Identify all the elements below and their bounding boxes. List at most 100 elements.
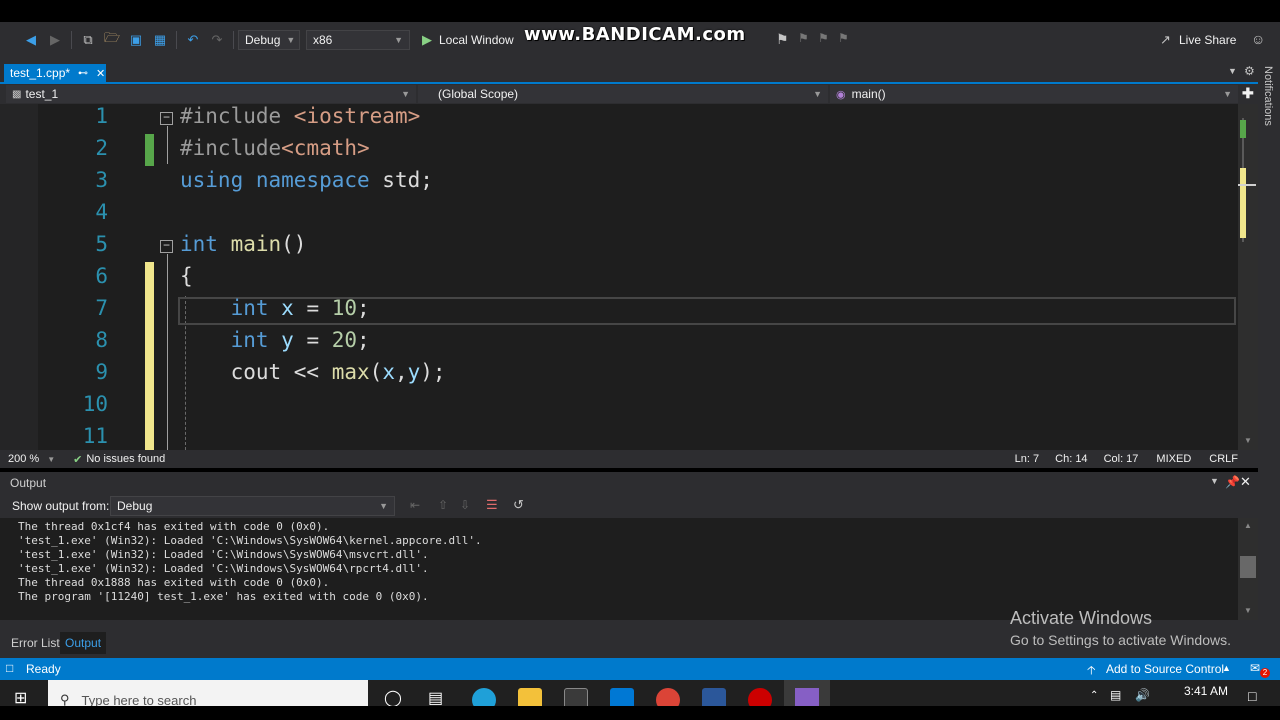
member-value: main() [851,87,886,101]
code-token: max [331,360,370,384]
code-token: () [281,232,307,256]
editor-scrollbar[interactable]: ▼ [1238,104,1258,450]
tab-list-chevron-icon[interactable]: ▼ [1228,66,1237,76]
code-token: ( [369,360,383,384]
code-line[interactable]: int main() [180,232,306,256]
undo-icon[interactable]: ↶ [184,31,202,49]
add-to-source-control-button[interactable]: Add to Source Control [1106,662,1224,676]
output-scrollbar[interactable]: ▲ ▼ [1238,518,1258,620]
feedback-icon[interactable]: ☺ [1251,31,1265,47]
volume-icon[interactable]: 🔊 [1135,688,1150,702]
clear-bookmarks-icon[interactable]: ⚑ [838,31,849,45]
play-icon[interactable]: ▶ [418,31,436,49]
notification-badge: 2 [1260,668,1270,678]
code-line[interactable]: #include <iostream> [180,104,420,128]
scroll-up-icon[interactable]: ▲ [1244,521,1252,530]
line-number: 5 [95,232,108,256]
tab-output[interactable]: Output [60,632,107,654]
code-line[interactable]: { [180,264,193,288]
notification-bell-icon[interactable]: ✉ [1250,661,1260,675]
check-circle-icon: ✔ [73,453,83,466]
chevron-down-icon[interactable]: ▼ [47,455,55,464]
pin-icon[interactable]: 📌 [1225,475,1240,489]
code-line[interactable]: cout << max(x,y); [180,360,446,384]
chevron-down-icon[interactable]: ▼ [1210,476,1219,486]
task-view-icon[interactable]: ▤ [428,688,443,708]
windows-start-icon[interactable]: ⊞ [14,688,27,708]
line-ending-indicator[interactable]: CRLF [1209,453,1238,465]
code-token: 10 [331,296,358,320]
platform-select[interactable]: x86 ▼ [306,30,410,50]
tab-test-1-cpp[interactable]: test_1.cpp* ⊷ ✕ [4,64,106,82]
output-source-select[interactable]: Debug ▼ [110,496,395,516]
chevron-down-icon: ▼ [394,35,403,45]
code-line[interactable]: #include<cmath> [180,136,370,160]
action-center-icon[interactable]: □ [1248,688,1256,704]
scroll-down-icon[interactable]: ▼ [1244,606,1252,615]
live-share-button[interactable]: Live Share [1179,33,1236,47]
zoom-level[interactable]: 200 % [8,453,39,465]
prev-bookmark-icon[interactable]: ⚑ [798,31,809,45]
run-debugger-button[interactable]: Local Window [439,33,514,47]
close-icon[interactable]: ✕ [96,67,105,80]
clock-time[interactable]: 3:41 AM [1184,684,1228,698]
tab-error-list[interactable]: Error List [11,636,60,650]
cortana-icon[interactable]: ◯ [384,688,402,708]
code-token: int [180,328,282,352]
project-select[interactable]: ▩ test_1 ▼ [6,85,416,103]
code-token: ); [420,360,446,384]
chevron-down-icon: ▼ [401,89,410,99]
live-share-icon: ↗ [1160,32,1171,47]
output-line: 'test_1.exe' (Win32): Loaded 'C:\Windows… [18,534,482,547]
member-select[interactable]: ◉ main() ▼ [830,85,1238,103]
find-message-icon[interactable]: ⇤ [410,498,420,512]
line-number: 9 [95,360,108,384]
network-icon[interactable]: ▤ [1110,688,1121,702]
redo-icon[interactable]: ↷ [208,31,226,49]
scope-select[interactable]: (Global Scope) ▼ [418,85,828,103]
solution-config-value: Debug [245,33,281,47]
code-token: y [407,360,421,384]
tab-label: test_1.cpp* [10,66,71,80]
code-line[interactable]: int y = 20; [180,328,370,352]
line-number: 10 [82,392,108,416]
notifications-tab[interactable]: Notifications [1262,66,1274,126]
save-all-icon[interactable]: ▦ [151,31,169,49]
code-token: x [281,296,294,320]
chevron-down-icon: ▼ [286,35,296,45]
code-token: int [180,232,231,256]
pin-icon[interactable]: ⊷ [78,68,88,79]
code-token: { [180,264,193,288]
scope-value: (Global Scope) [438,87,519,101]
save-icon[interactable]: ▣ [127,31,145,49]
bookmark-icon[interactable]: ⚑ [776,31,789,48]
code-token: = [293,296,332,320]
scrollbar-thumb[interactable] [1240,556,1256,578]
status-bar: □ Ready 🡡 Add to Source Control ▲ ✉ 2 [0,658,1280,680]
back-icon[interactable]: ◀ [22,31,40,49]
whitespace-indicator[interactable]: MIXED [1156,453,1191,465]
gear-icon[interactable]: ⚙ [1244,64,1255,78]
code-line[interactable]: int x = 10; [180,296,370,320]
code-token: #include [180,136,282,160]
forward-icon[interactable]: ▶ [46,31,64,49]
split-window-icon[interactable]: ✚ [1242,85,1254,102]
output-line: The thread 0x1888 has exited with code 0… [18,576,330,589]
scroll-down-icon[interactable]: ▼ [1244,436,1252,445]
word-wrap-icon[interactable]: ↺ [513,497,524,513]
collapse-icon[interactable]: − [160,111,173,125]
issues-status[interactable]: No issues found [86,453,165,465]
code-token: 20 [331,328,358,352]
open-folder-icon[interactable]: 🗁 [103,30,121,49]
next-bookmark-icon[interactable]: ⚑ [818,31,829,45]
chevron-up-icon[interactable]: ▲ [1222,663,1231,673]
code-line[interactable]: using namespace std; [180,168,433,192]
collapse-icon[interactable]: − [160,239,173,253]
prev-message-icon[interactable]: ⇧ [438,498,448,512]
close-icon[interactable]: ✕ [1240,474,1251,490]
new-project-icon[interactable]: ⧉ [79,31,97,49]
clear-all-icon[interactable]: ☰ [486,497,498,513]
chevron-up-icon[interactable]: ⌃ [1090,690,1098,701]
next-message-icon[interactable]: ⇩ [460,498,470,512]
solution-config-select[interactable]: Debug ▼ [238,30,300,50]
